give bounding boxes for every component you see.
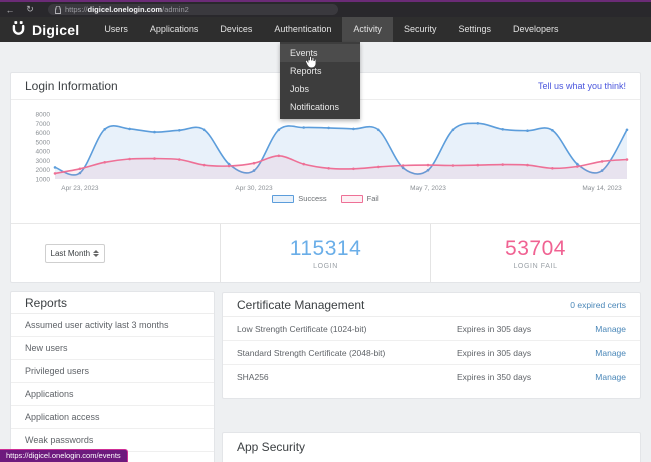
nav-item-developers[interactable]: Developers	[502, 17, 570, 42]
login-fail-value: 53704	[505, 237, 566, 261]
nav-item-users[interactable]: Users	[93, 17, 139, 42]
report-item-application-access[interactable]: Application access	[11, 406, 214, 429]
app-security-header: App Security	[223, 433, 640, 460]
report-item-applications[interactable]: Applications	[11, 383, 214, 406]
cert-expires: Expires in 305 days	[457, 324, 595, 334]
login-count-column: 115314 LOGIN	[220, 224, 430, 282]
activity-dropdown-menu: Events Reports Jobs Notifications	[280, 42, 360, 119]
nav-item-authentication[interactable]: Authentication	[263, 17, 342, 42]
login-fail-column: 53704 LOGIN FAIL	[430, 224, 640, 282]
menu-item-events[interactable]: Events	[280, 44, 360, 62]
chart-legend: Success Fail	[11, 194, 640, 203]
cert-expires: Expires in 350 days	[457, 372, 595, 382]
menu-item-reports[interactable]: Reports	[280, 62, 360, 80]
login-chart-svg: 1000 2000 3000 4000 5000 6000 7000 8000 Apr 23, …	[15, 106, 640, 194]
svg-text:May 7, 2023: May 7, 2023	[410, 185, 446, 192]
cert-row-low-strength: Low Strength Certificate (1024-bit) Expi…	[223, 317, 640, 341]
url-text: https://digicel.onelogin.com/admin2	[65, 5, 189, 14]
nav-item-security[interactable]: Security	[393, 17, 448, 42]
screen: ← ↻ https://digicel.onelogin.com/admin2 …	[0, 0, 651, 462]
app-security-title: App Security	[237, 440, 305, 454]
browser-address-bar: ← ↻ https://digicel.onelogin.com/admin2	[0, 0, 651, 17]
svg-text:5000: 5000	[36, 139, 51, 146]
top-nav: Digicel Users Applications Devices Authe…	[0, 17, 651, 42]
brand-name: Digicel	[32, 22, 79, 38]
app-security-card: App Security	[222, 432, 641, 462]
cert-expires: Expires in 305 days	[457, 348, 595, 358]
expired-certs-link[interactable]: 0 expired certs	[570, 300, 626, 310]
cert-row-sha256: SHA256 Expires in 350 days Manage	[223, 365, 640, 389]
login-count-label: LOGIN	[313, 263, 338, 270]
nav-item-devices[interactable]: Devices	[209, 17, 263, 42]
refresh-icon[interactable]: ↻	[20, 4, 40, 15]
period-select-value: Last Month	[51, 249, 91, 258]
login-fail-label: LOGIN FAIL	[513, 263, 557, 270]
cert-manage-link[interactable]: Manage	[595, 348, 626, 358]
login-chart: 1000 2000 3000 4000 5000 6000 7000 8000 Apr 23, …	[15, 106, 640, 194]
legend-entry-success: Success	[272, 194, 326, 203]
reports-title: Reports	[25, 296, 67, 310]
nav-item-settings[interactable]: Settings	[447, 17, 502, 42]
svg-text:7000: 7000	[36, 121, 51, 128]
brand[interactable]: Digicel	[0, 19, 87, 41]
svg-text:Apr 30, 2023: Apr 30, 2023	[235, 185, 273, 192]
svg-text:Apr 23, 2023: Apr 23, 2023	[61, 185, 99, 192]
lock-icon	[55, 6, 61, 14]
success-swatch-icon	[272, 195, 294, 203]
select-stepper-icon	[93, 250, 99, 257]
cert-name: SHA256	[237, 372, 457, 382]
login-count-value: 115314	[290, 237, 362, 261]
url-bar[interactable]: https://digicel.onelogin.com/admin2	[48, 4, 338, 15]
report-item-privileged-users[interactable]: Privileged users	[11, 360, 214, 383]
certificate-management-card: Certificate Management 0 expired certs L…	[222, 292, 641, 399]
login-stats-row: Last Month 115314 LOGIN 53704 LOGIN FAIL	[11, 223, 640, 282]
svg-text:May 14, 2023: May 14, 2023	[582, 185, 622, 192]
svg-text:4000: 4000	[36, 149, 51, 156]
svg-text:3000: 3000	[36, 158, 51, 165]
report-item-assumed-user-activity[interactable]: Assumed user activity last 3 months	[11, 314, 214, 337]
period-select[interactable]: Last Month	[45, 244, 105, 263]
menu-item-jobs[interactable]: Jobs	[280, 80, 360, 98]
certificate-management-header: Certificate Management 0 expired certs	[223, 293, 640, 317]
period-column: Last Month	[11, 224, 220, 282]
status-url-tooltip: https://digicel.onelogin.com/events	[0, 449, 128, 462]
menu-item-notifications[interactable]: Notifications	[280, 98, 360, 116]
reports-card: Reports Assumed user activity last 3 mon…	[10, 291, 215, 462]
nav-items: Users Applications Devices Authenticatio…	[93, 17, 569, 42]
digicel-logo-icon	[10, 19, 27, 41]
cert-manage-link[interactable]: Manage	[595, 372, 626, 382]
legend-label-success: Success	[298, 194, 326, 203]
cert-row-standard-strength: Standard Strength Certificate (2048-bit)…	[223, 341, 640, 365]
svg-text:6000: 6000	[36, 130, 51, 137]
back-icon[interactable]: ←	[0, 5, 20, 15]
report-item-new-users[interactable]: New users	[11, 337, 214, 360]
reports-header: Reports	[11, 292, 214, 314]
fail-swatch-icon	[341, 195, 363, 203]
nav-item-applications[interactable]: Applications	[139, 17, 210, 42]
cert-manage-link[interactable]: Manage	[595, 324, 626, 334]
feedback-link[interactable]: Tell us what you think!	[538, 81, 626, 91]
legend-label-fail: Fail	[367, 194, 379, 203]
cert-name: Low Strength Certificate (1024-bit)	[237, 324, 457, 334]
legend-entry-fail: Fail	[341, 194, 379, 203]
certificate-management-title: Certificate Management	[237, 298, 364, 312]
svg-text:1000: 1000	[36, 177, 51, 184]
cert-name: Standard Strength Certificate (2048-bit)	[237, 348, 457, 358]
nav-item-activity[interactable]: Activity	[342, 17, 393, 42]
svg-text:8000: 8000	[36, 112, 51, 119]
svg-text:2000: 2000	[36, 167, 51, 174]
login-information-title: Login Information	[25, 79, 118, 93]
